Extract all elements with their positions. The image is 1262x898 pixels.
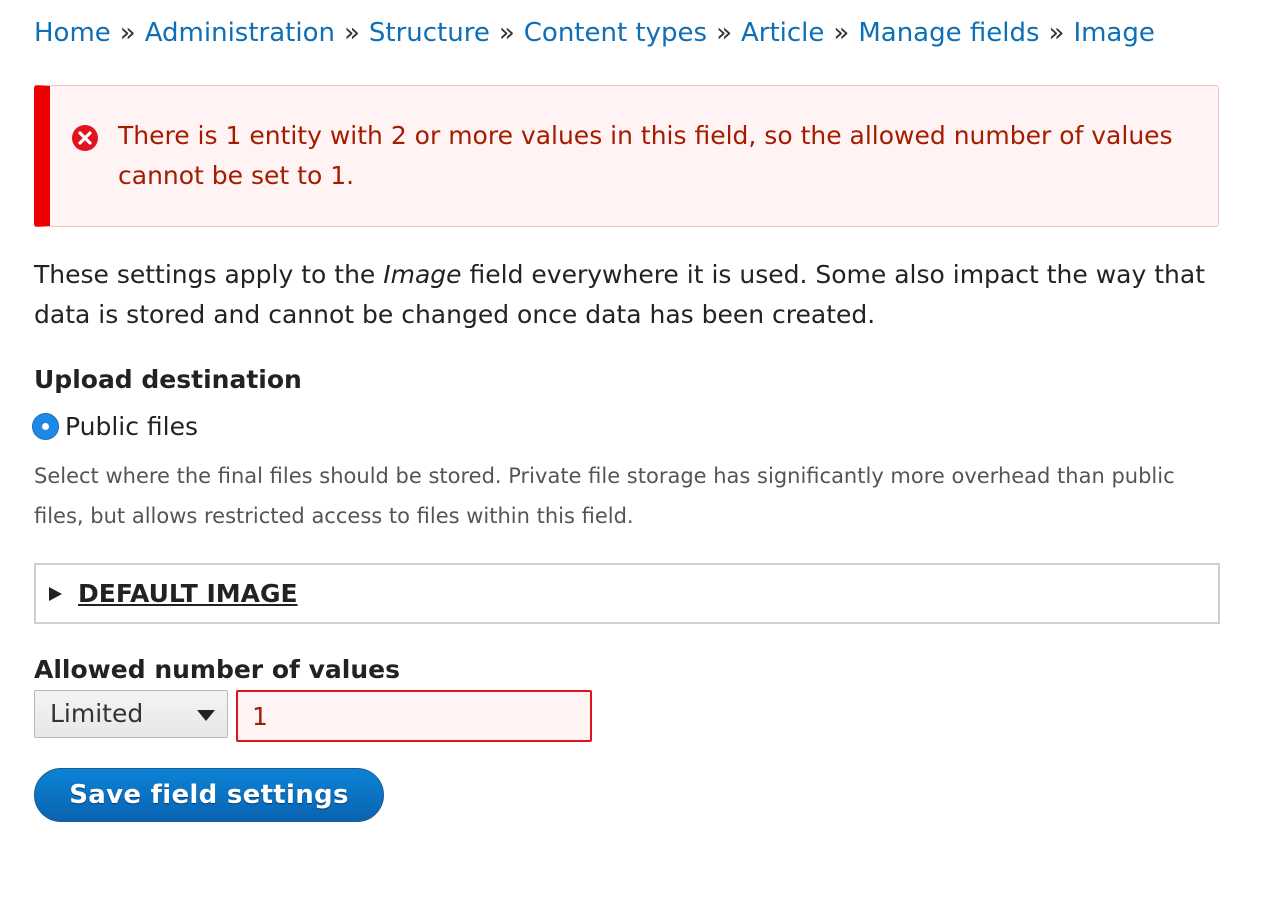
chevron-down-icon — [197, 710, 215, 721]
breadcrumb-link-article[interactable]: Article — [741, 18, 824, 48]
breadcrumb-separator: » — [1048, 18, 1065, 48]
breadcrumb-link-content-types[interactable]: Content types — [524, 18, 707, 48]
breadcrumb-separator: » — [119, 18, 136, 48]
default-image-summary[interactable]: DEFAULT IMAGE — [49, 579, 298, 609]
upload-destination-help: Select where the final files should be s… — [34, 464, 1175, 528]
error-text: There is 1 entity with 2 or more values … — [118, 121, 1173, 190]
default-image-details: DEFAULT IMAGE — [34, 563, 1220, 624]
radio-selected-icon[interactable] — [32, 412, 59, 440]
breadcrumb-separator: » — [343, 18, 360, 48]
breadcrumb-link-manage-fields[interactable]: Manage fields — [858, 18, 1039, 48]
error-circle-x-icon — [72, 125, 98, 151]
breadcrumb: Home » Administration » Structure » Content ty… — [34, 16, 1155, 50]
description-field-name: Image — [383, 260, 462, 289]
radio-public-files-label: Public files — [65, 411, 199, 441]
allowed-number-label: Allowed number of values — [34, 655, 400, 684]
description-text-before: These settings apply to the — [34, 260, 384, 289]
triangle-right-icon — [49, 587, 62, 601]
breadcrumb-separator: » — [833, 18, 850, 48]
default-image-summary-label: DEFAULT IMAGE — [78, 579, 298, 608]
cardinality-number-input[interactable] — [236, 690, 592, 742]
breadcrumb-link-structure[interactable]: Structure — [369, 18, 490, 48]
error-message: There is 1 entity with 2 or more values … — [34, 85, 1219, 227]
breadcrumb-link-home[interactable]: Home — [34, 18, 111, 48]
breadcrumb-link-administration[interactable]: Administration — [145, 18, 335, 48]
breadcrumb-separator: » — [498, 18, 515, 48]
field-settings-description: These settings apply to the Image field … — [34, 255, 1224, 335]
breadcrumb-separator: » — [716, 18, 732, 48]
upload-destination-label: Upload destination — [34, 365, 302, 394]
radio-public-files[interactable]: Public files — [32, 410, 198, 442]
breadcrumb-link-image[interactable]: Image — [1073, 18, 1154, 48]
page: Home » Administration » Structure » Content ty… — [0, 0, 1262, 898]
save-field-settings-button[interactable]: Save field settings — [34, 768, 384, 822]
cardinality-select[interactable]: Limited — [34, 690, 228, 738]
cardinality-select-value: Limited — [50, 699, 144, 728]
